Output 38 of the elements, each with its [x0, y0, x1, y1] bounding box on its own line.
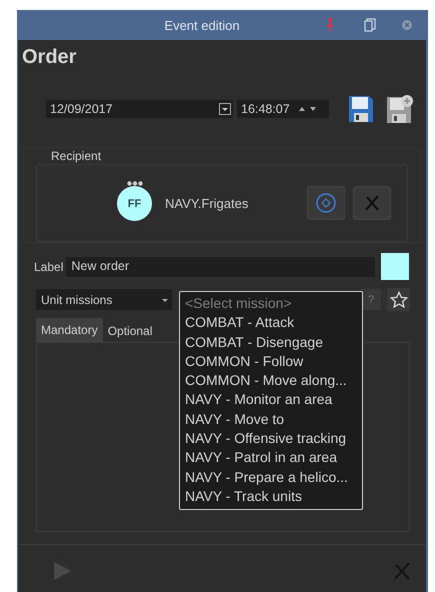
unit-avatar: FF	[117, 186, 152, 221]
category-dropdown[interactable]: Unit missions	[36, 289, 173, 310]
tab[interactable]: Mandatory	[36, 318, 103, 342]
placeholder-option[interactable]: <Select mission>	[180, 294, 362, 314]
cross-icon[interactable]	[392, 561, 412, 581]
tab[interactable]: Optional	[102, 320, 158, 342]
mission-option[interactable]: NAVY - Track units	[180, 486, 362, 506]
play-icon[interactable]	[52, 561, 72, 581]
target-icon	[315, 192, 337, 214]
restore-icon[interactable]	[364, 18, 376, 32]
mission-option[interactable]: NAVY - Offensive tracking	[180, 429, 362, 448]
dots-icon	[126, 181, 142, 186]
mission-option[interactable]: NAVY - Monitor an area	[180, 390, 362, 410]
mission-option[interactable]: COMBAT - Attack	[180, 313, 362, 333]
star-icon	[390, 290, 408, 308]
color-swatch[interactable]	[381, 253, 410, 280]
mission-option[interactable]: COMBAT - Disengage	[180, 332, 362, 352]
date-field[interactable]: 12/09/2017	[46, 100, 233, 118]
favorite-button[interactable]	[387, 288, 410, 311]
save-as-icon[interactable]	[387, 95, 413, 123]
label-caption: Label	[34, 260, 64, 274]
pin-icon[interactable]	[326, 18, 334, 32]
recipient-name: NAVY.Frigates	[165, 196, 248, 210]
mission-option[interactable]: NAVY - Patrol in an area	[180, 448, 362, 468]
mission-option[interactable]: NAVY - Prepare a helico...	[180, 468, 362, 487]
spinner-arrows-icon	[298, 105, 318, 113]
clear-button[interactable]	[353, 186, 391, 220]
page-heading: Order	[21, 45, 78, 69]
window-title: Event edition	[163, 18, 241, 32]
mission-option[interactable]: COMMON - Follow	[180, 352, 362, 372]
locate-button[interactable]	[307, 186, 345, 220]
label-field[interactable]: New order	[66, 256, 376, 276]
mission-option[interactable]: NAVY - Move to	[180, 410, 362, 430]
close-icon[interactable]	[402, 20, 412, 30]
save-icon[interactable]	[349, 96, 373, 122]
cross-icon	[362, 193, 382, 213]
mission-option[interactable]: COMMON - Move along...	[180, 371, 362, 390]
time-field[interactable]: 16:48:07	[237, 100, 329, 118]
